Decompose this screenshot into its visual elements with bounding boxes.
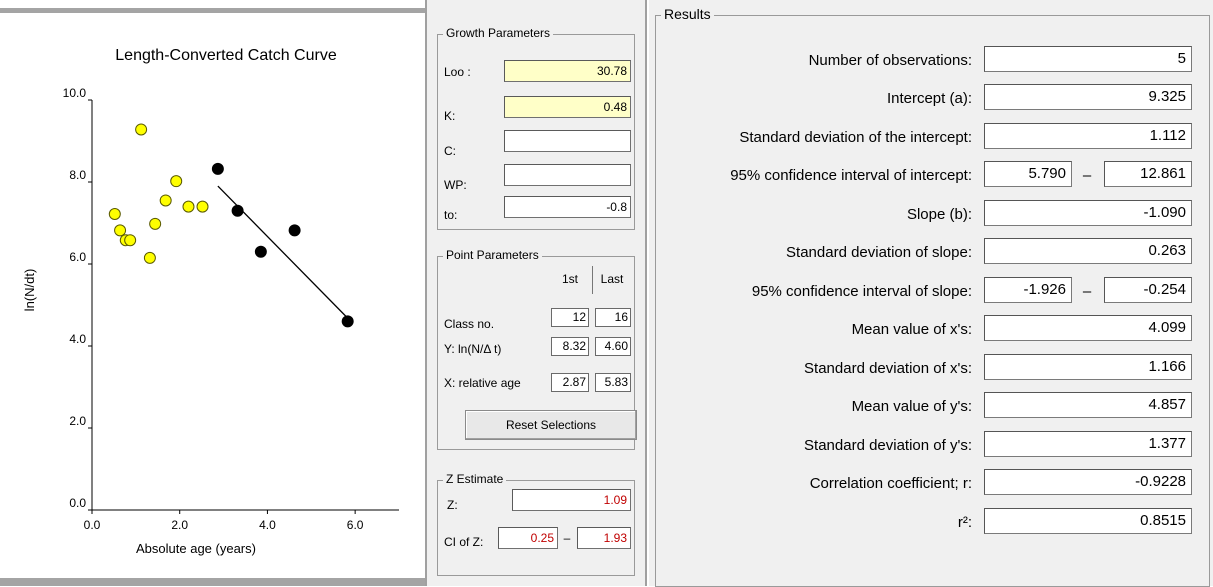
col-first-header: 1st	[561, 272, 578, 286]
x-tick-label: 4.0	[259, 518, 276, 532]
k-label: K:	[444, 109, 456, 123]
y-axis-label: ln(N/dt)	[22, 269, 37, 312]
data-point[interactable]	[124, 234, 137, 247]
z-estimate-title: Z Estimate	[443, 472, 507, 486]
z-label: Z:	[447, 498, 458, 512]
y-tick-label: 8.0	[69, 168, 86, 182]
ci-high-field[interactable]: 1.93	[577, 527, 631, 549]
catch-curve-chart[interactable]: Length-Converted Catch Curve Absolute ag…	[0, 0, 425, 586]
wp-input[interactable]	[504, 164, 631, 186]
ci-slope-low-field[interactable]: -1.926	[984, 277, 1072, 303]
parameters-panel: Growth Parameters Loo : 30.78 K: 0.48 C:…	[425, 0, 647, 586]
sd-x-label: Standard deviation of x's:	[804, 360, 972, 377]
z-value-field[interactable]: 1.09	[512, 489, 631, 511]
ci-intercept-label: 95% confidence interval of intercept:	[730, 167, 972, 184]
mean-x-field[interactable]: 4.099	[984, 315, 1192, 341]
num-observations-label: Number of observations:	[808, 52, 972, 69]
y-tick-label: 2.0	[69, 414, 86, 428]
x-tick-label: 0.0	[84, 518, 101, 532]
ci-slope-high-field[interactable]: -0.254	[1104, 277, 1192, 303]
results-panel: Results Number of observations: 5 Interc…	[649, 0, 1213, 587]
x-axis-label: Absolute age (years)	[136, 541, 256, 556]
y-tick-label: 10.0	[63, 86, 87, 100]
sd-intercept-label: Standard deviation of the intercept:	[739, 129, 972, 146]
y-ln-label: Y: ln(N/Δ t)	[444, 342, 502, 356]
chart-title: Length-Converted Catch Curve	[115, 47, 337, 64]
selected-data-point[interactable]	[288, 224, 301, 237]
point-parameters-title: Point Parameters	[443, 248, 542, 262]
sd-intercept-field[interactable]: 1.112	[984, 123, 1192, 149]
class-no-last-cell[interactable]: 16	[595, 308, 631, 327]
correlation-field[interactable]: -0.9228	[984, 469, 1192, 495]
data-point[interactable]	[159, 194, 172, 207]
header-divider	[592, 266, 593, 294]
r-squared-field[interactable]: 0.8515	[984, 508, 1192, 534]
y-ln-last-cell[interactable]: 4.60	[595, 337, 631, 356]
slope-field[interactable]: -1.090	[984, 200, 1192, 226]
ci-intercept-high-field[interactable]: 12.861	[1104, 161, 1192, 187]
x-relative-age-last-cell[interactable]: 5.83	[595, 373, 631, 392]
ci-low-field[interactable]: 0.25	[498, 527, 558, 549]
selected-data-point[interactable]	[231, 204, 244, 217]
to-label: to:	[444, 208, 458, 222]
selected-data-point[interactable]	[211, 162, 224, 175]
data-point[interactable]	[182, 200, 195, 213]
mean-x-label: Mean value of x's:	[851, 321, 972, 338]
loo-label: Loo :	[444, 65, 471, 79]
selected-data-point[interactable]	[254, 245, 267, 258]
data-point[interactable]	[135, 123, 148, 136]
results-title: Results	[661, 6, 714, 22]
data-points[interactable]	[108, 123, 354, 328]
x-tick-label: 2.0	[171, 518, 188, 532]
reset-selections-button[interactable]: Reset Selections	[465, 410, 637, 440]
col-last-header: Last	[600, 272, 624, 286]
growth-parameters-title: Growth Parameters	[443, 26, 554, 40]
sd-y-label: Standard deviation of y's:	[804, 437, 972, 454]
x-relative-age-label: X: relative age	[444, 376, 521, 390]
ci-slope-label: 95% confidence interval of slope:	[751, 283, 972, 300]
intercept-field[interactable]: 9.325	[984, 84, 1192, 110]
correlation-label: Correlation coefficient; r:	[809, 475, 972, 492]
mean-y-field[interactable]: 4.857	[984, 392, 1192, 418]
chart-bottom-border	[0, 578, 425, 586]
ci-of-z-label: CI of Z:	[444, 535, 484, 549]
y-tick-label: 6.0	[69, 250, 86, 264]
data-point[interactable]	[143, 251, 156, 264]
data-point[interactable]	[196, 200, 209, 213]
axes: 0.0 2.0 4.0 6.0 8.0 10.0 0.0 2.0 4.0 6.0	[63, 86, 399, 532]
num-observations-field[interactable]: 5	[984, 46, 1192, 72]
data-point[interactable]	[170, 175, 183, 188]
ci-slope-dash: –	[1082, 283, 1092, 300]
y-tick-label: 0.0	[69, 496, 86, 510]
ci-intercept-dash: –	[1082, 167, 1092, 184]
chart-panel: Length-Converted Catch Curve Absolute ag…	[0, 0, 425, 586]
data-point[interactable]	[108, 207, 121, 220]
y-tick-label: 4.0	[69, 332, 86, 346]
class-no-label: Class no.	[444, 317, 495, 331]
sd-y-field[interactable]: 1.377	[984, 431, 1192, 457]
intercept-label: Intercept (a):	[886, 90, 972, 107]
x-relative-age-first-cell[interactable]: 2.87	[551, 373, 589, 392]
x-tick-label: 6.0	[347, 518, 364, 532]
loo-input[interactable]: 30.78	[504, 60, 631, 82]
r-squared-label: r²:	[957, 514, 972, 531]
to-input[interactable]: -0.8	[504, 196, 631, 218]
wp-label: WP:	[444, 178, 467, 192]
mean-y-label: Mean value of y's:	[851, 398, 972, 415]
data-point[interactable]	[149, 217, 162, 230]
ci-intercept-low-field[interactable]: 5.790	[984, 161, 1072, 187]
k-input[interactable]: 0.48	[504, 96, 631, 118]
class-no-first-cell[interactable]: 12	[551, 308, 589, 327]
c-input[interactable]	[504, 130, 631, 152]
data-point[interactable]	[114, 224, 127, 237]
selected-data-point[interactable]	[341, 315, 354, 328]
y-ln-first-cell[interactable]: 8.32	[551, 337, 589, 356]
ci-dash: –	[563, 531, 571, 545]
sd-slope-label: Standard deviation of slope:	[786, 244, 972, 261]
slope-label: Slope (b):	[906, 206, 972, 223]
sd-slope-field[interactable]: 0.263	[984, 238, 1192, 264]
sd-x-field[interactable]: 1.166	[984, 354, 1192, 380]
c-label: C:	[444, 144, 456, 158]
